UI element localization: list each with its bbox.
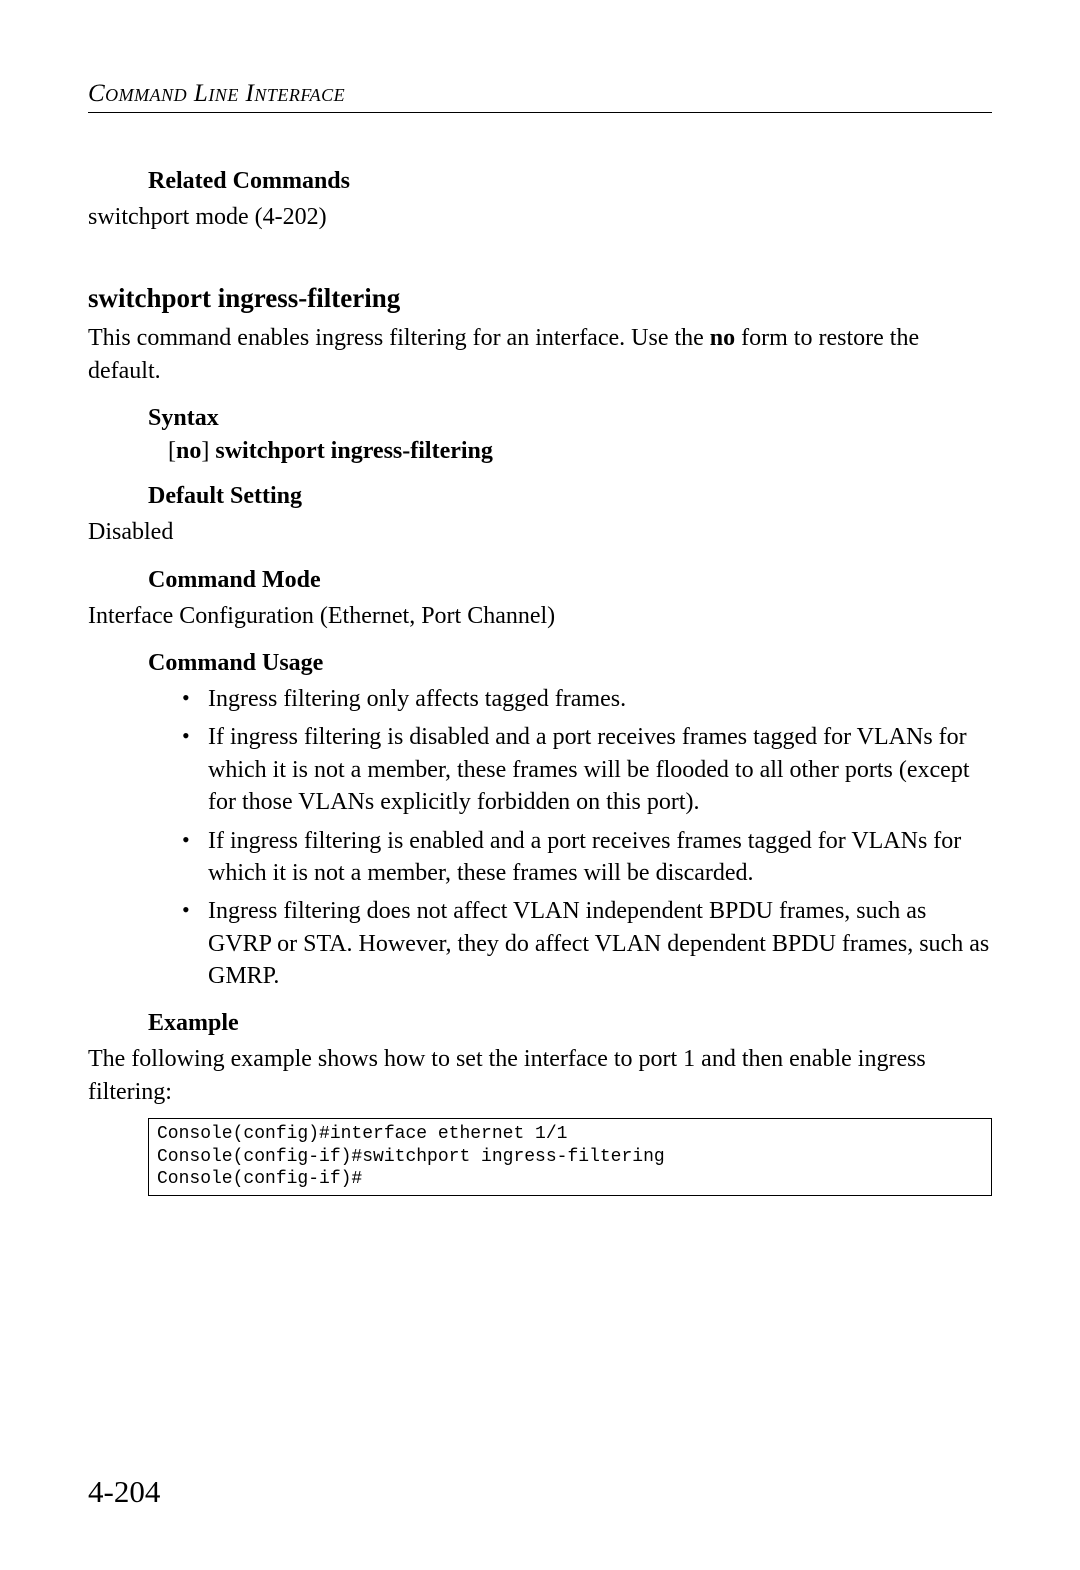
default-setting-value: Disabled — [88, 516, 992, 548]
running-header: Command Line Interface — [88, 80, 992, 108]
syntax-heading: Syntax — [148, 405, 992, 432]
syntax-no: no — [176, 438, 201, 464]
command-usage-heading: Command Usage — [148, 650, 992, 677]
syntax-line: [no] switchport ingress-filtering — [168, 438, 992, 465]
list-item: Ingress filtering does not affect VLAN i… — [180, 895, 992, 992]
page-number: 4-204 — [88, 1474, 160, 1510]
example-code-block: Console(config)#interface ethernet 1/1 C… — [148, 1118, 992, 1196]
intro-pre: This command enables ingress filtering f… — [88, 325, 710, 351]
section-intro: This command enables ingress filtering f… — [88, 322, 992, 387]
list-item: Ingress filtering only affects tagged fr… — [180, 683, 992, 715]
section-title: switchport ingress-filtering — [88, 283, 992, 314]
header-rule — [88, 112, 992, 113]
list-item: If ingress filtering is enabled and a po… — [180, 825, 992, 890]
intro-bold: no — [710, 325, 735, 351]
document-page: Command Line Interface Related Commands … — [0, 0, 1080, 1570]
related-commands-item: switchport mode (4-202) — [88, 201, 992, 233]
example-intro: The following example shows how to set t… — [88, 1043, 992, 1108]
command-usage-list: Ingress filtering only affects tagged fr… — [180, 683, 992, 993]
example-heading: Example — [148, 1010, 992, 1037]
command-mode-heading: Command Mode — [148, 567, 992, 594]
related-commands-heading: Related Commands — [148, 168, 992, 195]
list-item: If ingress filtering is disabled and a p… — [180, 721, 992, 818]
command-mode-value: Interface Configuration (Ethernet, Port … — [88, 600, 992, 632]
syntax-cmd: switchport ingress-filtering — [215, 438, 493, 464]
default-setting-heading: Default Setting — [148, 483, 992, 510]
